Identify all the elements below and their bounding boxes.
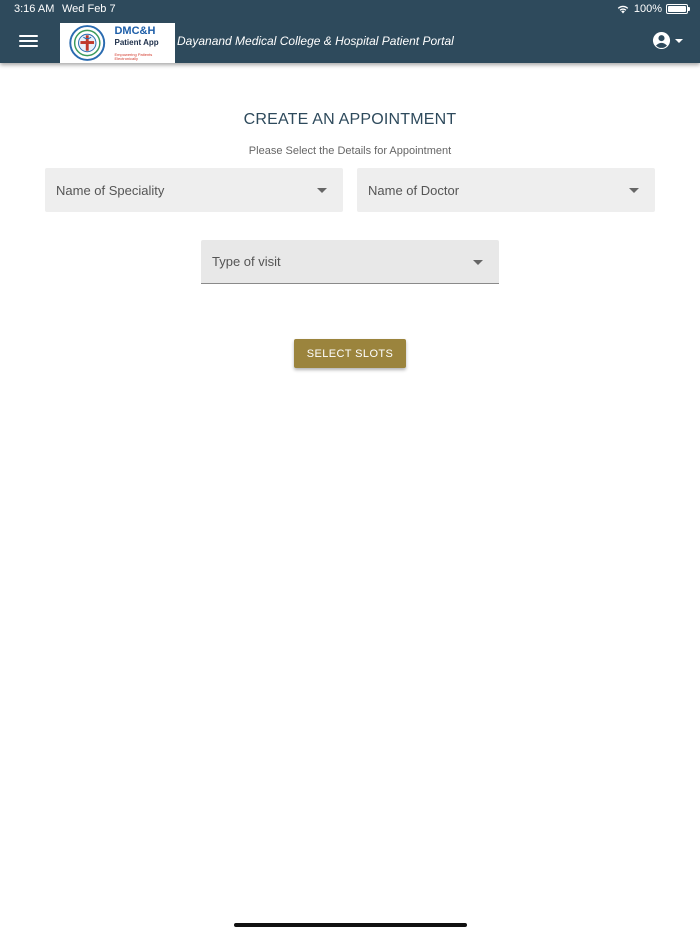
wifi-icon bbox=[617, 5, 629, 14]
caret-down-icon bbox=[675, 38, 683, 43]
logo-text: DMC&H Patient App Empowering Patients El… bbox=[114, 24, 175, 61]
select-slots-button[interactable]: SELECT SLOTS bbox=[294, 339, 406, 368]
page-subtitle: Please Select the Details for Appointmen… bbox=[248, 145, 452, 157]
battery-percent: 100% bbox=[633, 3, 662, 15]
logo-tagline: Empowering Patients Electronically bbox=[114, 51, 153, 61]
logo-title: DMC&H bbox=[114, 24, 156, 37]
status-indicators: 100% bbox=[616, 3, 690, 15]
dropdown-arrow-icon bbox=[317, 188, 327, 193]
home-indicator[interactable] bbox=[234, 923, 467, 927]
account-circle-icon bbox=[652, 31, 671, 50]
hospital-seal-icon bbox=[69, 25, 106, 61]
dropdown-arrow-icon bbox=[473, 260, 483, 265]
doctor-select-label: Name of Doctor bbox=[368, 182, 460, 198]
dropdown-arrow-icon bbox=[629, 188, 639, 193]
portal-title: Dayanand Medical College & Hospital Pati… bbox=[177, 34, 454, 48]
hamburger-menu-icon[interactable] bbox=[19, 32, 43, 50]
status-date: Wed Feb 7 bbox=[62, 3, 116, 15]
battery-level bbox=[668, 6, 686, 12]
battery-icon bbox=[666, 4, 690, 14]
visit-type-select-label: Type of visit bbox=[212, 254, 281, 269]
account-menu-button[interactable] bbox=[652, 31, 684, 50]
app-logo: DMC&H Patient App Empowering Patients El… bbox=[60, 23, 175, 63]
speciality-select[interactable]: Name of Speciality bbox=[45, 168, 343, 212]
appointment-screen: 3:16 AM Wed Feb 7 100% DMC&H Patient App… bbox=[0, 0, 700, 934]
visit-type-select[interactable]: Type of visit bbox=[201, 240, 499, 284]
page-title: CREATE AN APPOINTMENT bbox=[243, 111, 457, 128]
doctor-select[interactable]: Name of Doctor bbox=[357, 168, 655, 212]
speciality-select-label: Name of Speciality bbox=[56, 182, 165, 198]
logo-subtitle: Patient App bbox=[114, 37, 159, 47]
status-time: 3:16 AM bbox=[14, 3, 55, 15]
app-header: 3:16 AM Wed Feb 7 100% DMC&H Patient App… bbox=[0, 0, 700, 63]
